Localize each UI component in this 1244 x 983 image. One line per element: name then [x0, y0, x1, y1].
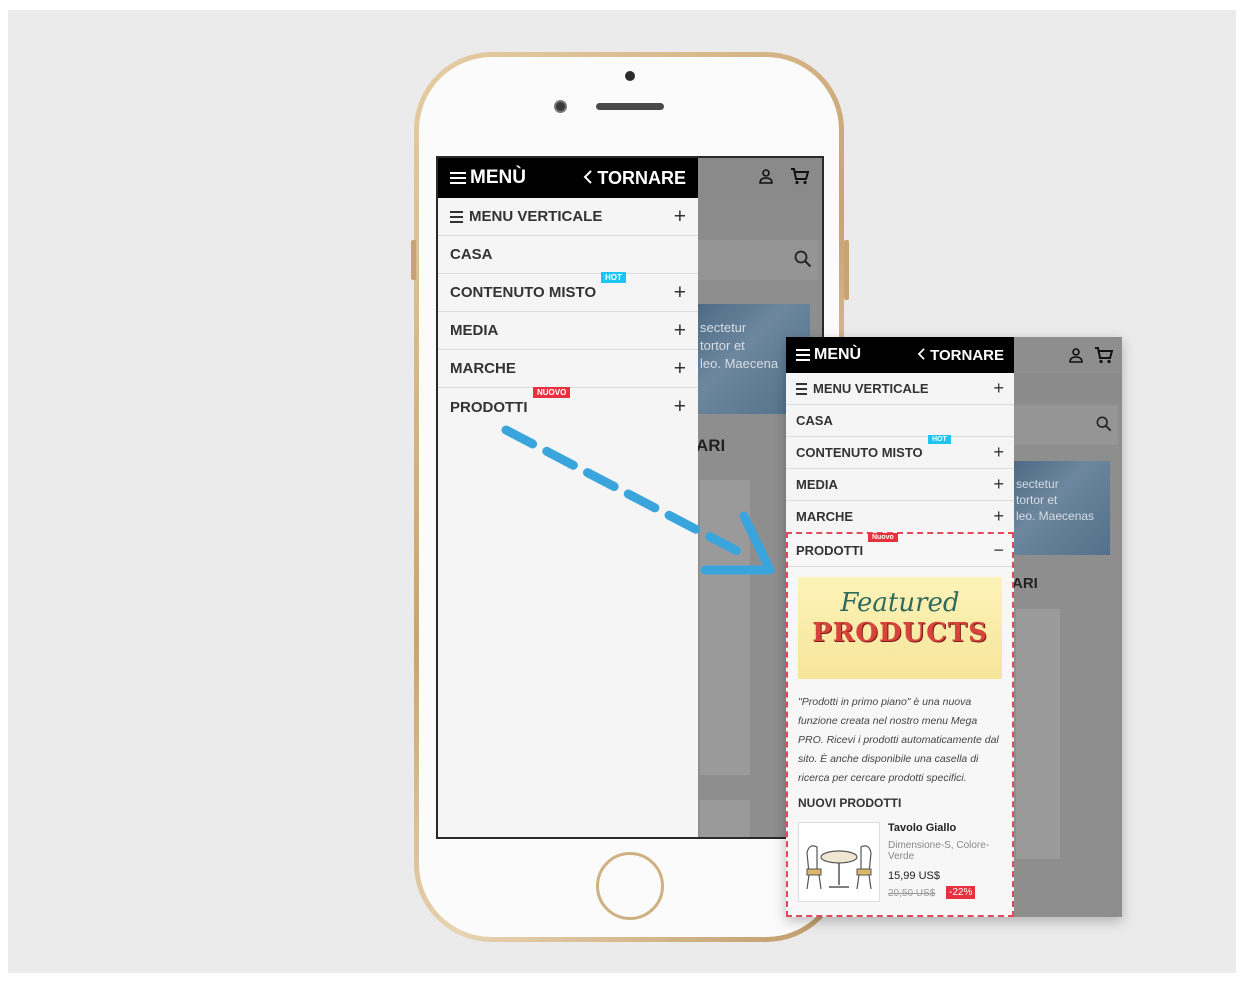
- burger-icon: [796, 380, 807, 398]
- menu-item-media[interactable]: MEDIA +: [786, 469, 1014, 501]
- new-badge: Nuovo: [868, 532, 898, 542]
- hot-badge: HOT: [928, 435, 951, 444]
- plus-icon[interactable]: +: [993, 506, 1004, 527]
- menu-item-label: CONTENUTO MISTO: [796, 445, 923, 460]
- hero-text-line: sectetur: [1016, 477, 1059, 491]
- chevron-left-icon: [917, 347, 926, 364]
- menu-item-contenuto-misto[interactable]: CONTENUTO MISTO HOT +: [786, 435, 1014, 469]
- menu-title-label: MENÙ: [814, 346, 862, 363]
- feature-description: "Prodotti in primo piano" è una nuova fu…: [798, 696, 999, 784]
- expanded-prodotti-panel: PRODOTTI Nuovo − Featured PRODUCTS "Prod…: [786, 532, 1014, 917]
- hero-text-line: leo. Maecenas: [1016, 509, 1095, 523]
- menu-item-prodotti[interactable]: PRODOTTI Nuovo −: [788, 532, 1012, 567]
- product-card-bg: [1016, 609, 1060, 859]
- menu-title: MENÙ: [796, 346, 861, 364]
- cart-icon[interactable]: [1094, 346, 1114, 369]
- minus-icon[interactable]: −: [993, 540, 1004, 561]
- hero-image: sectetur tortor et leo. Maecenas: [1014, 461, 1110, 555]
- burger-icon: [796, 346, 810, 364]
- menu-item-label: PRODOTTI: [796, 542, 864, 558]
- plus-icon[interactable]: +: [993, 378, 1004, 399]
- discount-badge: -22%: [946, 886, 976, 899]
- menu-item-label: MARCHE: [796, 509, 854, 524]
- new-products-title: NUOVI PRODOTTI: [798, 796, 902, 810]
- zoomed-screen: sectetur tortor et leo. Maecenas ARI MEN…: [786, 337, 1122, 917]
- banner-line1: Featured: [840, 588, 960, 618]
- menu-item-marche[interactable]: MARCHE +: [786, 501, 1014, 533]
- plus-icon[interactable]: +: [993, 442, 1004, 463]
- menu-item-label: MEDIA: [796, 477, 838, 492]
- product-image[interactable]: [798, 822, 880, 902]
- menu-item-menu-verticale[interactable]: MENU VERTICALE +: [786, 373, 1014, 405]
- user-icon[interactable]: [1068, 347, 1084, 368]
- back-button-label: TORNARE: [930, 346, 1004, 364]
- back-button[interactable]: TORNARE: [917, 347, 1004, 364]
- product-attributes: Dimensione-S, Colore-Verde: [888, 840, 990, 862]
- menu-item-casa[interactable]: CASA: [786, 405, 1014, 437]
- menu-item-label: CASA: [796, 413, 833, 428]
- featured-products-banner[interactable]: Featured PRODUCTS: [798, 577, 1002, 679]
- product-item[interactable]: Tavolo Giallo Dimensione-S, Colore-Verde…: [798, 822, 1002, 912]
- section-heading-fragment: ARI: [1012, 575, 1038, 592]
- site-nav-bg: [1014, 373, 1122, 403]
- drawer-header: MENÙ TORNARE: [786, 337, 1014, 373]
- banner-line2: PRODUCTS: [812, 618, 988, 648]
- menu-item-label: MENU VERTICALE: [813, 381, 929, 396]
- search-icon[interactable]: [1096, 416, 1112, 437]
- product-old-price: 20,50 US$: [888, 888, 936, 899]
- site-search-bar[interactable]: [1014, 405, 1118, 445]
- plus-icon[interactable]: +: [993, 474, 1004, 495]
- product-name[interactable]: Tavolo Giallo: [888, 822, 956, 834]
- hero-text-line: tortor et: [1016, 493, 1058, 507]
- product-price: 15,99 US$: [888, 870, 940, 882]
